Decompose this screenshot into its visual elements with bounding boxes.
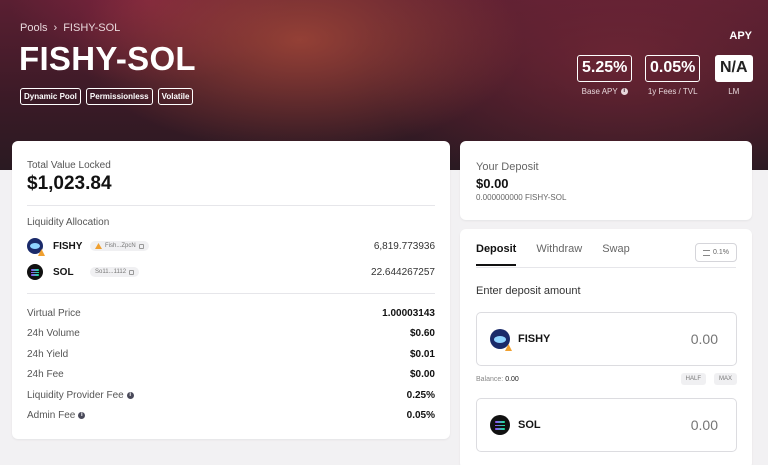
divider: [27, 293, 435, 294]
fishy-amount-field[interactable]: FISHY: [476, 312, 737, 366]
tab-withdraw[interactable]: Withdraw: [536, 243, 582, 266]
metric-lp-fee: Liquidity Provider Fee i 0.25%: [27, 388, 435, 402]
metric-value: 0.05%: [406, 409, 435, 421]
token-row-sol: SOL So11...1112 22.644267257: [27, 263, 435, 281]
metric-value: $0.60: [409, 327, 435, 339]
metric-label: 24h Fee: [27, 368, 64, 380]
metric-label: Liquidity Provider Fee: [27, 389, 124, 401]
enter-amount-label: Enter deposit amount: [476, 285, 581, 297]
token-amount: 6,819.773936: [373, 240, 435, 252]
external-link-icon: [138, 243, 144, 249]
tag-volatile: Volatile: [157, 88, 194, 105]
max-button[interactable]: MAX: [713, 373, 737, 385]
token-amount: 22.644267257: [371, 266, 435, 278]
your-deposit-lp-amount: 0.000000000 FISHY-SOL: [476, 193, 567, 202]
metric-value: $0.01: [409, 348, 435, 360]
token-address: So11...1112: [95, 269, 127, 275]
input-token-symbol: SOL: [518, 419, 541, 431]
sol-token-icon: [490, 415, 510, 435]
breadcrumb-pools-link[interactable]: Pools: [20, 22, 48, 34]
metric-24h-fee: 24h Fee $0.00: [27, 367, 435, 381]
token-address: Fish...ZpcN: [105, 243, 136, 249]
tag-permissionless: Permissionless: [85, 88, 153, 105]
sol-amount-field[interactable]: SOL: [476, 398, 737, 452]
metric-value: $0.00: [409, 368, 435, 380]
fishy-amount-input[interactable]: [628, 331, 718, 347]
pool-tags: Dynamic Pool Permissionless Volatile: [20, 88, 194, 105]
liquidity-allocation-label: Liquidity Allocation: [27, 217, 110, 228]
lm-value: N/A: [715, 55, 753, 82]
warning-icon: [95, 243, 102, 249]
sol-token-icon: [27, 264, 43, 280]
apy-heading: APY: [729, 30, 752, 42]
info-icon[interactable]: i: [78, 411, 86, 419]
metric-label: Admin Fee: [27, 409, 76, 421]
metric-label: 24h Yield: [27, 348, 69, 360]
fishy-token-icon: [490, 329, 512, 351]
breadcrumb-current: FISHY-SOL: [63, 22, 121, 34]
metric-24h-volume: 24h Volume $0.60: [27, 326, 435, 340]
balance-label: Balance:: [476, 376, 504, 383]
chevron-right-icon: ›: [53, 22, 58, 34]
metric-label: 24h Volume: [27, 327, 80, 339]
tab-deposit[interactable]: Deposit: [476, 243, 517, 266]
base-apy-value: 5.25%: [577, 55, 633, 82]
your-deposit-label: Your Deposit: [476, 161, 539, 173]
token-address-link[interactable]: Fish...ZpcN: [90, 241, 149, 251]
divider: [27, 205, 435, 206]
token-address-link[interactable]: So11...1112: [90, 267, 140, 277]
lm-stat: N/A LM: [715, 55, 753, 96]
metric-value: 1.00003143: [382, 307, 435, 319]
info-icon[interactable]: i: [620, 88, 628, 95]
tab-swap[interactable]: Swap: [602, 243, 630, 266]
divider: [476, 267, 736, 268]
input-token-symbol: FISHY: [518, 333, 551, 345]
sliders-icon: [703, 249, 711, 256]
base-apy-label: Base APY: [581, 87, 618, 96]
your-deposit-value: $0.00: [476, 176, 509, 191]
token-symbol: SOL: [53, 266, 74, 278]
fees-tvl-label: 1y Fees / TVL: [647, 87, 698, 96]
metric-value: 0.25%: [406, 389, 435, 401]
balance-value: 0.00: [505, 376, 519, 383]
fees-tvl-stat: 0.05% 1y Fees / TVL: [645, 55, 701, 96]
page-title: FISHY-SOL: [19, 40, 196, 77]
token-symbol: FISHY: [53, 240, 83, 252]
metric-24h-yield: 24h Yield $0.01: [27, 347, 435, 361]
slippage-settings-button[interactable]: 0.1%: [695, 243, 737, 262]
tvl-value: $1,023.84: [27, 173, 112, 194]
info-icon[interactable]: i: [126, 391, 134, 399]
balance: Balance: 0.00: [476, 376, 519, 383]
tvl-label: Total Value Locked: [27, 160, 111, 171]
slippage-value: 0.1%: [713, 249, 729, 256]
your-deposit-card: Your Deposit $0.00 0.000000000 FISHY-SOL: [460, 141, 752, 220]
half-button[interactable]: HALF: [680, 373, 706, 385]
deposit-panel: Deposit Withdraw Swap 0.1% Enter deposit…: [460, 229, 752, 465]
metric-virtual-price: Virtual Price 1.00003143: [27, 306, 435, 320]
metric-admin-fee: Admin Fee i 0.05%: [27, 408, 435, 422]
breadcrumb: Pools › FISHY-SOL: [20, 22, 120, 34]
external-link-icon: [129, 269, 135, 275]
tag-dynamic-pool: Dynamic Pool: [20, 88, 81, 105]
token-row-fishy: FISHY Fish...ZpcN 6,819.773936: [27, 237, 435, 256]
panel-tabs: Deposit Withdraw Swap: [476, 243, 630, 266]
fees-tvl-value: 0.05%: [645, 55, 701, 82]
fishy-token-icon: [27, 238, 45, 256]
sol-amount-input[interactable]: [628, 417, 718, 433]
base-apy-stat: 5.25% Base APY i: [577, 55, 633, 96]
metric-label: Virtual Price: [27, 307, 81, 319]
lm-label: LM: [728, 87, 740, 96]
pool-overview-card: Total Value Locked $1,023.84 Liquidity A…: [12, 141, 450, 439]
